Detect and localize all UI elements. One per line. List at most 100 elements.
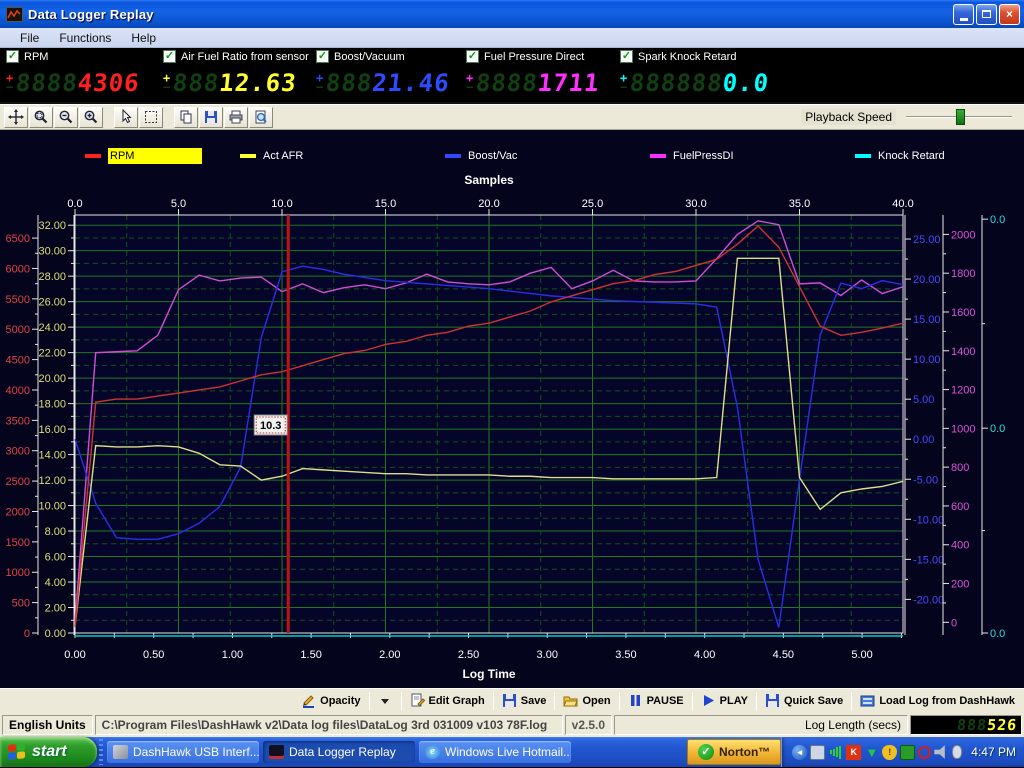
data-logger-chart[interactable]: Samples0.05.010.015.020.025.030.035.040.… bbox=[0, 130, 1024, 688]
zoom-out-tool[interactable] bbox=[54, 107, 78, 128]
hide-tray-icons-chevron[interactable]: ◂ bbox=[792, 745, 807, 760]
zoom-in-tool[interactable] bbox=[79, 107, 103, 128]
save-button[interactable]: Save bbox=[495, 690, 554, 712]
play-button[interactable]: PLAY bbox=[694, 690, 755, 712]
checkbox-checked-icon[interactable]: ✓ bbox=[466, 50, 479, 63]
y-tick-label: 2000 bbox=[6, 506, 30, 518]
seven-segment-value: 88812.63 bbox=[172, 69, 299, 97]
edit-graph-button[interactable]: Edit Graph bbox=[403, 690, 492, 712]
y-tick-label: 2.00 bbox=[45, 603, 66, 615]
ghost-digits: 8888 bbox=[15, 69, 80, 97]
lit-digits: 21.46 bbox=[371, 69, 451, 97]
close-button[interactable]: × bbox=[999, 4, 1020, 25]
quick-save-button[interactable]: Quick Save bbox=[758, 690, 850, 712]
network-adapter-icon[interactable] bbox=[900, 745, 915, 760]
legend-item-knock-retard[interactable]: Knock Retard bbox=[855, 147, 945, 164]
pan-tool[interactable] bbox=[4, 107, 28, 128]
sensor-checkbox-2[interactable]: ✓Boost/Vacuum bbox=[316, 50, 405, 63]
task-button-dashhawk-usb-interf-[interactable]: DashHawk USB Interf... bbox=[107, 741, 259, 763]
legend-swatch bbox=[85, 154, 101, 158]
cursor-tooltip-value: 10.3 bbox=[260, 420, 281, 432]
save-chart-button[interactable] bbox=[199, 107, 223, 128]
menu-functions[interactable]: Functions bbox=[49, 29, 121, 47]
zoom-window-tool[interactable] bbox=[29, 107, 53, 128]
lit-digits: 4306 bbox=[77, 69, 142, 97]
button-label: Save bbox=[521, 695, 547, 707]
red-ring-app-icon[interactable] bbox=[918, 746, 931, 759]
security-shield-icon[interactable]: ! bbox=[882, 745, 897, 760]
print-chart-button[interactable] bbox=[224, 107, 248, 128]
y-tick-label: 2500 bbox=[6, 476, 30, 488]
y-tick-label: 20.00 bbox=[38, 373, 66, 385]
y-tick-label: 22.00 bbox=[38, 348, 66, 360]
taskbar-clock: 4:47 PM bbox=[971, 745, 1016, 759]
edit-graph-icon bbox=[410, 693, 425, 708]
quick-launch-divider bbox=[99, 739, 103, 765]
sensor-checkbox-0[interactable]: ✓RPM bbox=[6, 50, 48, 63]
print-preview-button[interactable] bbox=[249, 107, 273, 128]
sensor-checkbox-3[interactable]: ✓Fuel Pressure Direct bbox=[466, 50, 584, 63]
ghost-digits: 8888 bbox=[475, 69, 540, 97]
logtime-tick-label: 4.00 bbox=[694, 649, 715, 661]
y-tick-label: 0.0 bbox=[990, 628, 1005, 640]
display-network-icon[interactable] bbox=[810, 745, 825, 760]
sensor-checkbox-4[interactable]: ✓Spark Knock Retard bbox=[620, 50, 736, 63]
sensor-display-4: +−8888880.0 bbox=[620, 69, 769, 97]
checkbox-checked-icon[interactable]: ✓ bbox=[6, 50, 19, 63]
volume-icon[interactable] bbox=[934, 745, 949, 760]
opacity-button[interactable]: Opacity bbox=[294, 690, 367, 712]
copy-chart-button[interactable] bbox=[174, 107, 198, 128]
minimize-button[interactable] bbox=[953, 4, 974, 25]
button-label: Load Log from DashHawk bbox=[879, 695, 1015, 707]
menu-file[interactable]: File bbox=[10, 29, 49, 47]
pause-button[interactable]: PAUSE bbox=[621, 690, 691, 712]
sensor-checkbox-1[interactable]: ✓Air Fuel Ratio from sensor bbox=[163, 50, 309, 63]
checkbox-checked-icon[interactable]: ✓ bbox=[620, 50, 633, 63]
samples-tick-label: 30.0 bbox=[685, 198, 706, 210]
legend-item-rpm[interactable]: RPM bbox=[85, 147, 202, 164]
slider-thumb[interactable] bbox=[956, 109, 965, 125]
start-button[interactable]: start bbox=[0, 737, 97, 767]
y-tick-label: 0 bbox=[24, 628, 30, 640]
select-region-icon bbox=[143, 109, 159, 125]
y-tick-label: 6500 bbox=[6, 233, 30, 245]
y-tick-label: 20.00 bbox=[913, 274, 941, 286]
menu-help[interactable]: Help bbox=[121, 29, 166, 47]
legend-swatch bbox=[445, 154, 461, 158]
y-tick-label: 1800 bbox=[951, 268, 975, 280]
checkbox-checked-icon[interactable]: ✓ bbox=[163, 50, 176, 63]
traffic-filter-icon[interactable]: ▼ bbox=[864, 745, 879, 760]
select-region-tool[interactable] bbox=[139, 107, 163, 128]
task-button-windows-live-hotmail-[interactable]: eWindows Live Hotmail... bbox=[419, 741, 571, 763]
taskbar: start DashHawk USB Interf...Data Logger … bbox=[0, 737, 1024, 767]
log-length-display: 888526 bbox=[910, 715, 1022, 735]
data-logger-replay-window: Data Logger Replay × FileFunctionsHelp ✓… bbox=[0, 0, 1024, 768]
legend-item-act-afr[interactable]: Act AFR bbox=[240, 147, 303, 164]
opacity-dropdown-button[interactable] bbox=[371, 690, 400, 712]
y-tick-label: 6.00 bbox=[45, 552, 66, 564]
cursor-tool[interactable] bbox=[114, 107, 138, 128]
checkbox-checked-icon[interactable]: ✓ bbox=[316, 50, 329, 63]
red-k-app-icon[interactable]: K bbox=[846, 745, 861, 760]
ghost-digits: 888 bbox=[325, 69, 374, 97]
button-label: Opacity bbox=[320, 695, 360, 707]
y-tick-label: 4500 bbox=[6, 355, 30, 367]
seven-segment-value: 88881711 bbox=[475, 69, 602, 97]
y-tick-label: -5.00 bbox=[913, 474, 938, 486]
y-tick-label: 3000 bbox=[6, 446, 30, 458]
legend-item-fuelpressdi[interactable]: FuelPressDI bbox=[650, 147, 734, 164]
play-icon bbox=[701, 693, 716, 708]
samples-tick-label: 15.0 bbox=[375, 198, 396, 210]
playback-speed-slider[interactable] bbox=[906, 109, 1012, 125]
open-button[interactable]: Open bbox=[556, 690, 617, 712]
title-bar[interactable]: Data Logger Replay × bbox=[0, 0, 1024, 28]
legend-item-boost-vac[interactable]: Boost/Vac bbox=[445, 147, 517, 164]
signal-strength-icon[interactable] bbox=[828, 745, 843, 760]
load-log-button[interactable]: Load Log from DashHawk bbox=[853, 690, 1022, 712]
norton-tray-badge[interactable]: ✓ Norton™ bbox=[687, 739, 781, 765]
ghost-digits: 888 bbox=[172, 69, 221, 97]
maximize-button[interactable] bbox=[976, 4, 997, 25]
plus-minus-indicator: +− bbox=[6, 74, 13, 92]
task-button-data-logger-replay[interactable]: Data Logger Replay bbox=[263, 741, 415, 763]
mouse-device-icon[interactable] bbox=[952, 745, 962, 759]
